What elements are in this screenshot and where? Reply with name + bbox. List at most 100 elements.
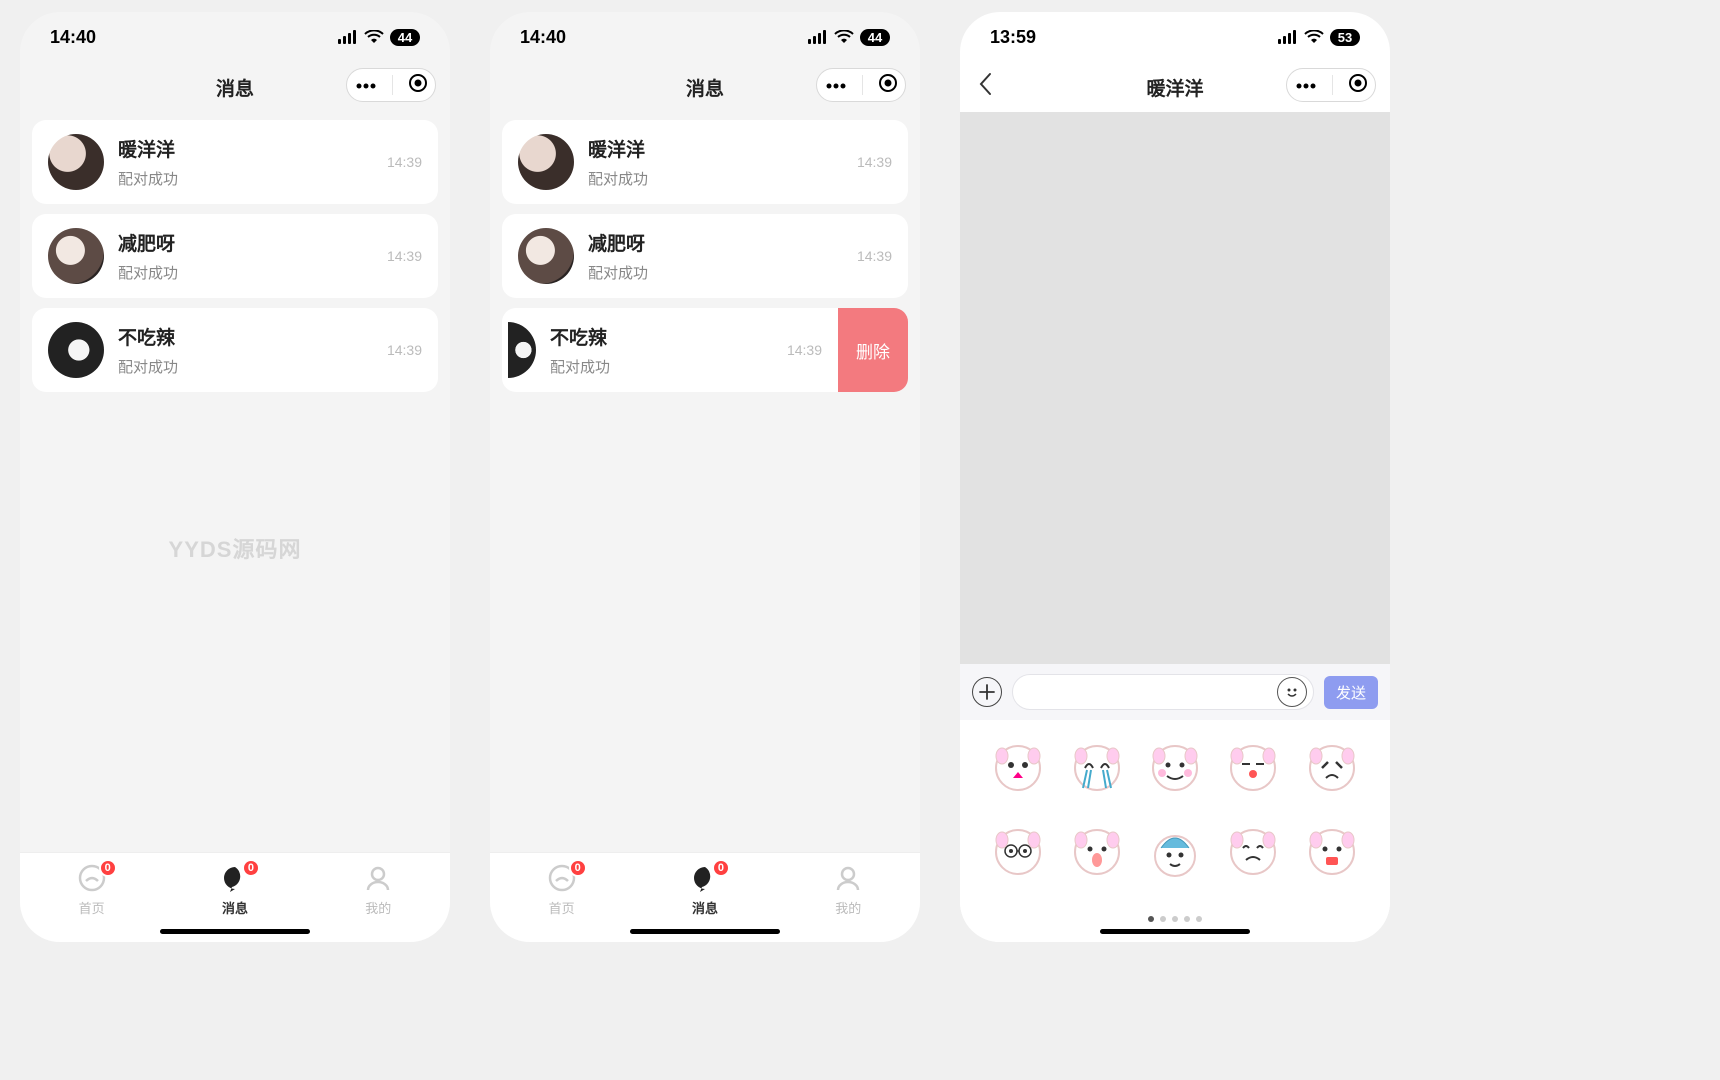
conversation-list: 暖洋洋 配对成功 14:39 减肥呀 配对成功 14:39 不吃辣 配	[490, 112, 920, 400]
badge: 0	[99, 859, 117, 877]
page-dot[interactable]	[1148, 916, 1154, 922]
conversation-time: 14:39	[857, 154, 892, 170]
sticker-item[interactable]	[1067, 738, 1127, 798]
delete-button[interactable]: 删除	[838, 308, 908, 392]
avatar	[508, 322, 536, 378]
conversation-name: 减肥呀	[118, 229, 373, 256]
home-icon: 0	[547, 863, 577, 896]
sticker-item[interactable]	[1223, 738, 1283, 798]
back-icon[interactable]	[978, 72, 992, 101]
conversation-name: 不吃辣	[118, 323, 373, 350]
tab-mine[interactable]: 我的	[833, 863, 863, 917]
close-target-icon[interactable]	[408, 73, 428, 98]
sticker-item[interactable]	[1302, 738, 1362, 798]
miniprogram-capsule[interactable]	[346, 68, 436, 102]
miniprogram-capsule[interactable]	[1286, 68, 1376, 102]
conversation-item[interactable]: 减肥呀 配对成功 14:39	[502, 214, 908, 298]
sticker-item[interactable]	[988, 738, 1048, 798]
battery-icon: 53	[1330, 29, 1360, 46]
wifi-icon	[1304, 30, 1324, 44]
conversation-preview: 配对成功	[118, 356, 373, 377]
wifi-icon	[364, 30, 384, 44]
tab-messages[interactable]: 0 消息	[690, 863, 720, 917]
header: 消息	[490, 62, 920, 112]
tab-label: 我的	[835, 898, 861, 917]
tab-mine[interactable]: 我的	[363, 863, 393, 917]
message-input[interactable]	[1012, 674, 1314, 710]
home-indicator[interactable]	[630, 929, 780, 934]
conversation-item[interactable]: 暖洋洋 配对成功 14:39	[32, 120, 438, 204]
conversation-item[interactable]: 暖洋洋 配对成功 14:39	[502, 120, 908, 204]
conversation-preview: 配对成功	[118, 168, 373, 189]
tab-home[interactable]: 0 首页	[547, 863, 577, 917]
conversation-time: 14:39	[387, 248, 422, 264]
watermark-text: YYDS源码网	[20, 532, 450, 564]
conversation-item[interactable]: 不吃辣 配对成功 14:39	[32, 308, 438, 392]
more-icon[interactable]	[1295, 76, 1317, 94]
more-icon[interactable]	[355, 76, 377, 94]
avatar	[48, 228, 104, 284]
sticker-panel	[960, 720, 1390, 942]
phone-screen-message-list: 14:40 44 消息 暖洋洋	[20, 12, 450, 942]
page-dot[interactable]	[1160, 916, 1166, 922]
status-bar: 13:59 53	[960, 12, 1390, 62]
sticker-item[interactable]	[1223, 822, 1283, 882]
sticker-item[interactable]	[1145, 822, 1205, 882]
conversation-time: 14:39	[387, 342, 422, 358]
conversation-item-swiped[interactable]: 不吃辣 配对成功 14:39 删除	[502, 308, 908, 392]
home-indicator[interactable]	[160, 929, 310, 934]
avatar	[48, 134, 104, 190]
chat-input-bar: 发送	[960, 664, 1390, 720]
sticker-item[interactable]	[1067, 822, 1127, 882]
conversation-time: 14:39	[787, 342, 822, 358]
status-bar: 14:40 44	[20, 12, 450, 62]
conversation-name: 暖洋洋	[118, 135, 373, 162]
conversation-time: 14:39	[387, 154, 422, 170]
tab-label: 消息	[222, 898, 248, 917]
conversation-list: 暖洋洋 配对成功 14:39 减肥呀 配对成功 14:39 不吃辣 配对成功	[20, 112, 450, 400]
page-dot[interactable]	[1172, 916, 1178, 922]
add-attachment-button[interactable]	[972, 677, 1002, 707]
tab-label: 首页	[549, 898, 575, 917]
more-icon[interactable]	[825, 76, 847, 94]
tab-label: 消息	[692, 898, 718, 917]
close-target-icon[interactable]	[1348, 73, 1368, 98]
home-indicator[interactable]	[1100, 929, 1250, 934]
page-dot[interactable]	[1184, 916, 1190, 922]
conversation-name: 暖洋洋	[588, 135, 843, 162]
status-time: 13:59	[990, 27, 1036, 48]
cellular-icon	[1278, 30, 1298, 44]
send-button[interactable]: 发送	[1324, 676, 1378, 709]
conversation-item[interactable]: 减肥呀 配对成功 14:39	[32, 214, 438, 298]
tab-label: 首页	[79, 898, 105, 917]
avatar	[518, 228, 574, 284]
phone-screen-chat: 13:59 53 暖洋洋	[960, 12, 1390, 942]
conversation-preview: 配对成功	[588, 262, 843, 283]
tab-messages[interactable]: 0 消息	[220, 863, 250, 917]
sticker-item[interactable]	[1145, 738, 1205, 798]
battery-icon: 44	[860, 29, 890, 46]
chat-messages-area[interactable]	[960, 112, 1390, 664]
status-time: 14:40	[50, 27, 96, 48]
cellular-icon	[338, 30, 358, 44]
phone-screen-message-list-swipe: 14:40 44 消息 暖洋洋	[490, 12, 920, 942]
avatar	[48, 322, 104, 378]
chat-title: 暖洋洋	[1146, 74, 1203, 101]
avatar	[518, 134, 574, 190]
page-title: 消息	[216, 74, 254, 101]
profile-icon	[363, 863, 393, 896]
page-title: 消息	[686, 74, 724, 101]
miniprogram-capsule[interactable]	[816, 68, 906, 102]
profile-icon	[833, 863, 863, 896]
page-dot[interactable]	[1196, 916, 1202, 922]
battery-icon: 44	[390, 29, 420, 46]
emoji-button[interactable]	[1277, 677, 1307, 707]
conversation-preview: 配对成功	[550, 356, 773, 377]
close-target-icon[interactable]	[878, 73, 898, 98]
message-icon: 0	[690, 863, 720, 896]
sticker-item[interactable]	[1302, 822, 1362, 882]
status-time: 14:40	[520, 27, 566, 48]
tab-home[interactable]: 0 首页	[77, 863, 107, 917]
sticker-item[interactable]	[988, 822, 1048, 882]
badge: 0	[569, 859, 587, 877]
